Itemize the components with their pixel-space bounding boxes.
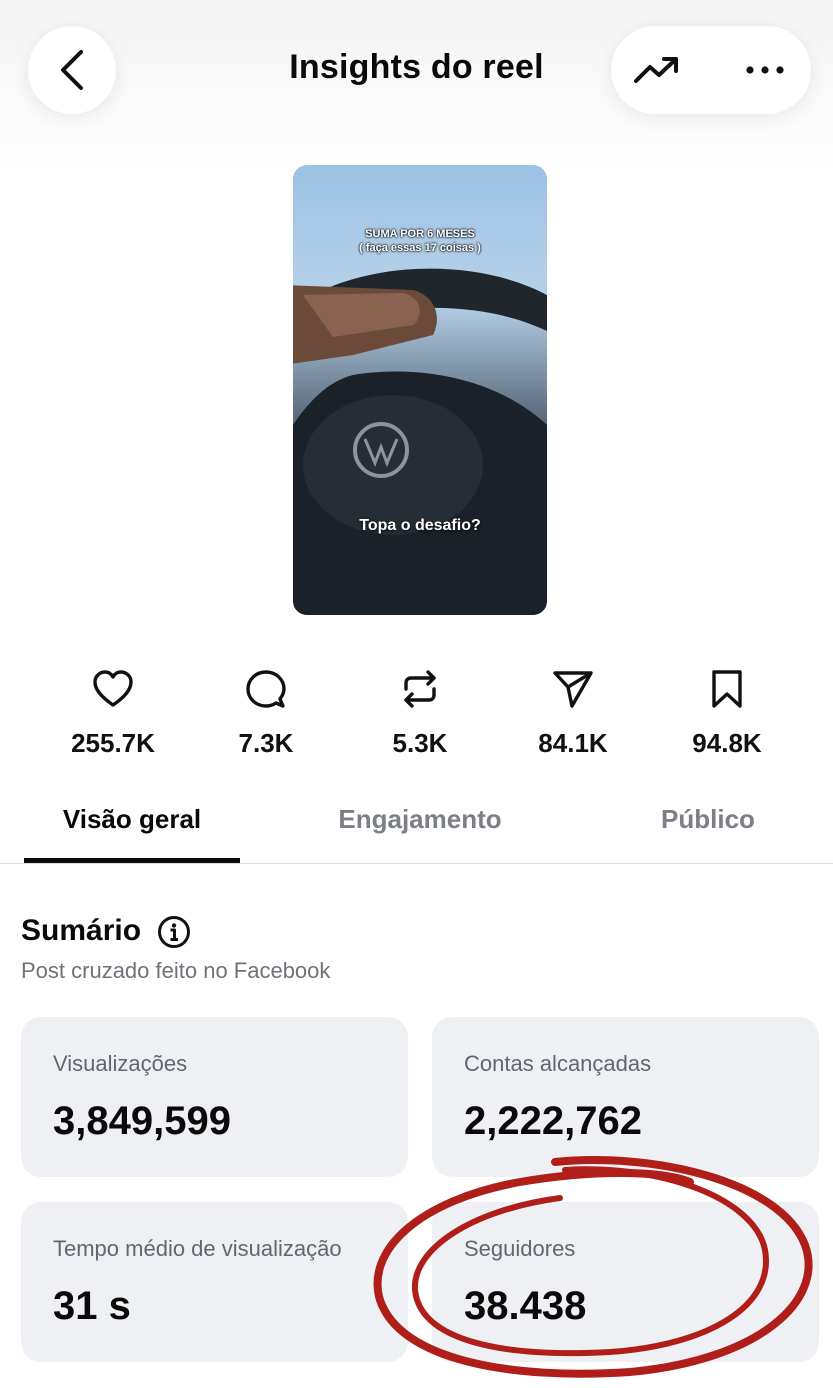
trending-up-icon: [634, 57, 678, 83]
info-icon: [158, 916, 190, 948]
shares-count: 84.1K: [538, 728, 608, 758]
likes-count: 255.7K: [71, 728, 155, 758]
bookmark-icon: [712, 670, 742, 708]
share-icon: [553, 671, 593, 708]
avg-watch-time-card[interactable]: Tempo médio de visualização 31 s: [21, 1202, 408, 1362]
avg-watch-time-value: 31 s: [53, 1284, 131, 1328]
shares-stat[interactable]: 84.1K: [503, 666, 643, 759]
accounts-reached-label: Contas alcançadas: [464, 1051, 652, 1076]
comments-stat[interactable]: 7.3K: [196, 666, 336, 759]
saves-stat[interactable]: 94.8K: [657, 666, 797, 759]
accounts-reached-value: 2,222,762: [464, 1099, 642, 1143]
tab-visao-geral[interactable]: Visão geral: [24, 804, 240, 835]
thumbnail-caption-bottom: Topa o desafio?: [359, 517, 481, 534]
trends-button[interactable]: [633, 48, 681, 92]
thumbnail-caption-top: SUMA POR 6 MESES ( faça essas 17 coisas …: [359, 228, 481, 254]
likes-stat[interactable]: 255.7K: [43, 666, 183, 759]
views-label: Visualizações: [53, 1051, 188, 1076]
more-options-button[interactable]: [741, 48, 789, 92]
comment-icon: [246, 670, 286, 708]
tab-engajamento[interactable]: Engajamento: [310, 804, 530, 835]
reposts-count: 5.3K: [392, 728, 448, 758]
info-button[interactable]: [157, 915, 191, 949]
heart-icon: [93, 670, 133, 707]
tabs-divider: [0, 863, 833, 864]
views-value: 3,849,599: [53, 1099, 231, 1143]
tab-publico[interactable]: Público: [610, 804, 806, 835]
avg-watch-time-label: Tempo médio de visualização: [53, 1236, 342, 1261]
views-card[interactable]: Visualizações 3,849,599: [21, 1017, 408, 1177]
header-actions: [611, 26, 811, 114]
saves-count: 94.8K: [692, 728, 762, 758]
comments-count: 7.3K: [238, 728, 294, 758]
more-horizontal-icon: [746, 66, 784, 74]
repost-icon: [404, 670, 436, 708]
summary-subtitle: Post cruzado feito no Facebook: [21, 958, 331, 983]
reel-thumbnail[interactable]: SUMA POR 6 MESES ( faça essas 17 coisas …: [293, 165, 547, 615]
red-annotation-circle: [373, 1156, 813, 1378]
reposts-stat[interactable]: 5.3K: [350, 666, 490, 759]
summary-title: Sumário: [21, 914, 142, 947]
